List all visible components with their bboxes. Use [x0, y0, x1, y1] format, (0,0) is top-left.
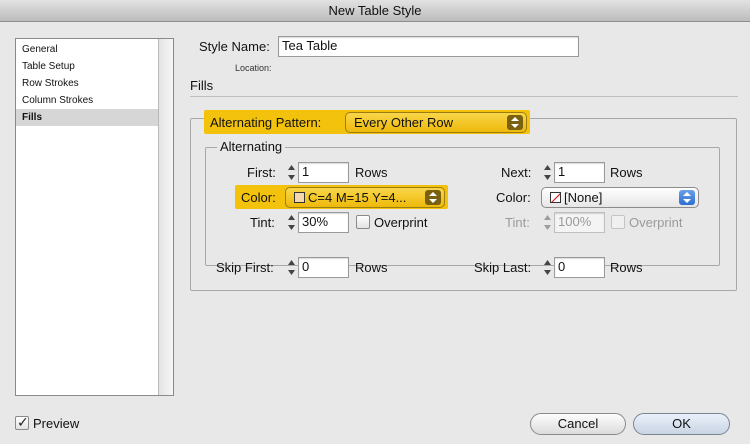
color1-popup[interactable]: C=4 M=15 Y=4...	[285, 187, 445, 208]
sidebar-item-fills[interactable]: Fills	[16, 109, 158, 126]
next-rows-field[interactable]: 1	[554, 162, 605, 183]
window-title: New Table Style	[0, 0, 750, 22]
alternating-pattern-popup[interactable]: Every Other Row	[345, 112, 527, 133]
section-title: Fills	[190, 78, 214, 93]
first-stepper-icon[interactable]	[286, 162, 297, 183]
color2-label: Color:	[496, 190, 531, 205]
color2-value: [None]	[564, 190, 603, 205]
next-rows-unit: Rows	[610, 165, 643, 180]
skip-last-label: Skip Last:	[474, 260, 532, 275]
tea-color-swatch-icon	[294, 192, 305, 203]
next-stepper-icon[interactable]	[542, 162, 553, 183]
sidebar-item-general[interactable]: General	[16, 41, 158, 58]
style-name-label: Style Name:	[199, 39, 270, 54]
sidebar-scrollbar[interactable]	[158, 39, 173, 395]
category-list: General Table Setup Row Strokes Column S…	[15, 38, 174, 396]
cancel-button[interactable]: Cancel	[530, 413, 626, 435]
tint2-stepper-icon[interactable]	[542, 212, 553, 233]
skip-first-field[interactable]: 0	[298, 257, 349, 278]
none-swatch-icon	[550, 192, 561, 203]
preview-checkbox[interactable]: ✓	[15, 414, 29, 430]
checkmark-icon: ✓	[17, 414, 29, 430]
sidebar-item-table-setup[interactable]: Table Setup	[16, 58, 158, 75]
first-label: First:	[247, 165, 276, 180]
alternating-pattern-label: Alternating Pattern:	[210, 115, 322, 130]
tint2-label: Tint:	[505, 215, 530, 230]
color1-value: C=4 M=15 Y=4...	[308, 190, 407, 205]
alternating-group-title: Alternating	[217, 139, 286, 154]
style-name-field[interactable]: Tea Table	[278, 36, 579, 57]
next-label: Next:	[501, 165, 532, 180]
sidebar-item-row-strokes[interactable]: Row Strokes	[16, 75, 158, 92]
color2-popup[interactable]: [None]	[541, 187, 699, 208]
preview-label: Preview	[33, 416, 80, 431]
dialog: General Table Setup Row Strokes Column S…	[0, 22, 750, 444]
first-rows-field[interactable]: 1	[298, 162, 349, 183]
tint1-stepper-icon[interactable]	[286, 212, 297, 233]
overprint2-checkbox[interactable]	[611, 215, 625, 229]
skip-first-label: Skip First:	[216, 260, 274, 275]
skip-last-stepper-icon[interactable]	[542, 257, 553, 278]
alternating-pattern-value: Every Other Row	[354, 115, 453, 130]
sidebar-item-column-strokes[interactable]: Column Strokes	[16, 92, 158, 109]
first-rows-unit: Rows	[355, 165, 388, 180]
overprint1-checkbox[interactable]	[356, 215, 370, 229]
skip-last-field[interactable]: 0	[554, 257, 605, 278]
popup-arrows-icon	[507, 115, 523, 130]
tint1-field[interactable]: 30%	[298, 212, 349, 233]
skip-first-stepper-icon[interactable]	[286, 257, 297, 278]
overprint1-label: Overprint	[374, 215, 428, 230]
skip-first-unit: Rows	[355, 260, 388, 275]
skip-last-unit: Rows	[610, 260, 643, 275]
location-label: Location:	[235, 63, 272, 73]
popup-arrows-icon	[425, 190, 441, 205]
overprint2-label: Overprint	[629, 215, 683, 230]
tint2-field[interactable]: 100%	[554, 212, 605, 233]
color1-label: Color:	[241, 190, 276, 205]
ok-button[interactable]: OK	[633, 413, 730, 435]
popup-arrows-icon	[679, 190, 695, 205]
tint1-label: Tint:	[250, 215, 275, 230]
section-divider	[190, 96, 738, 97]
